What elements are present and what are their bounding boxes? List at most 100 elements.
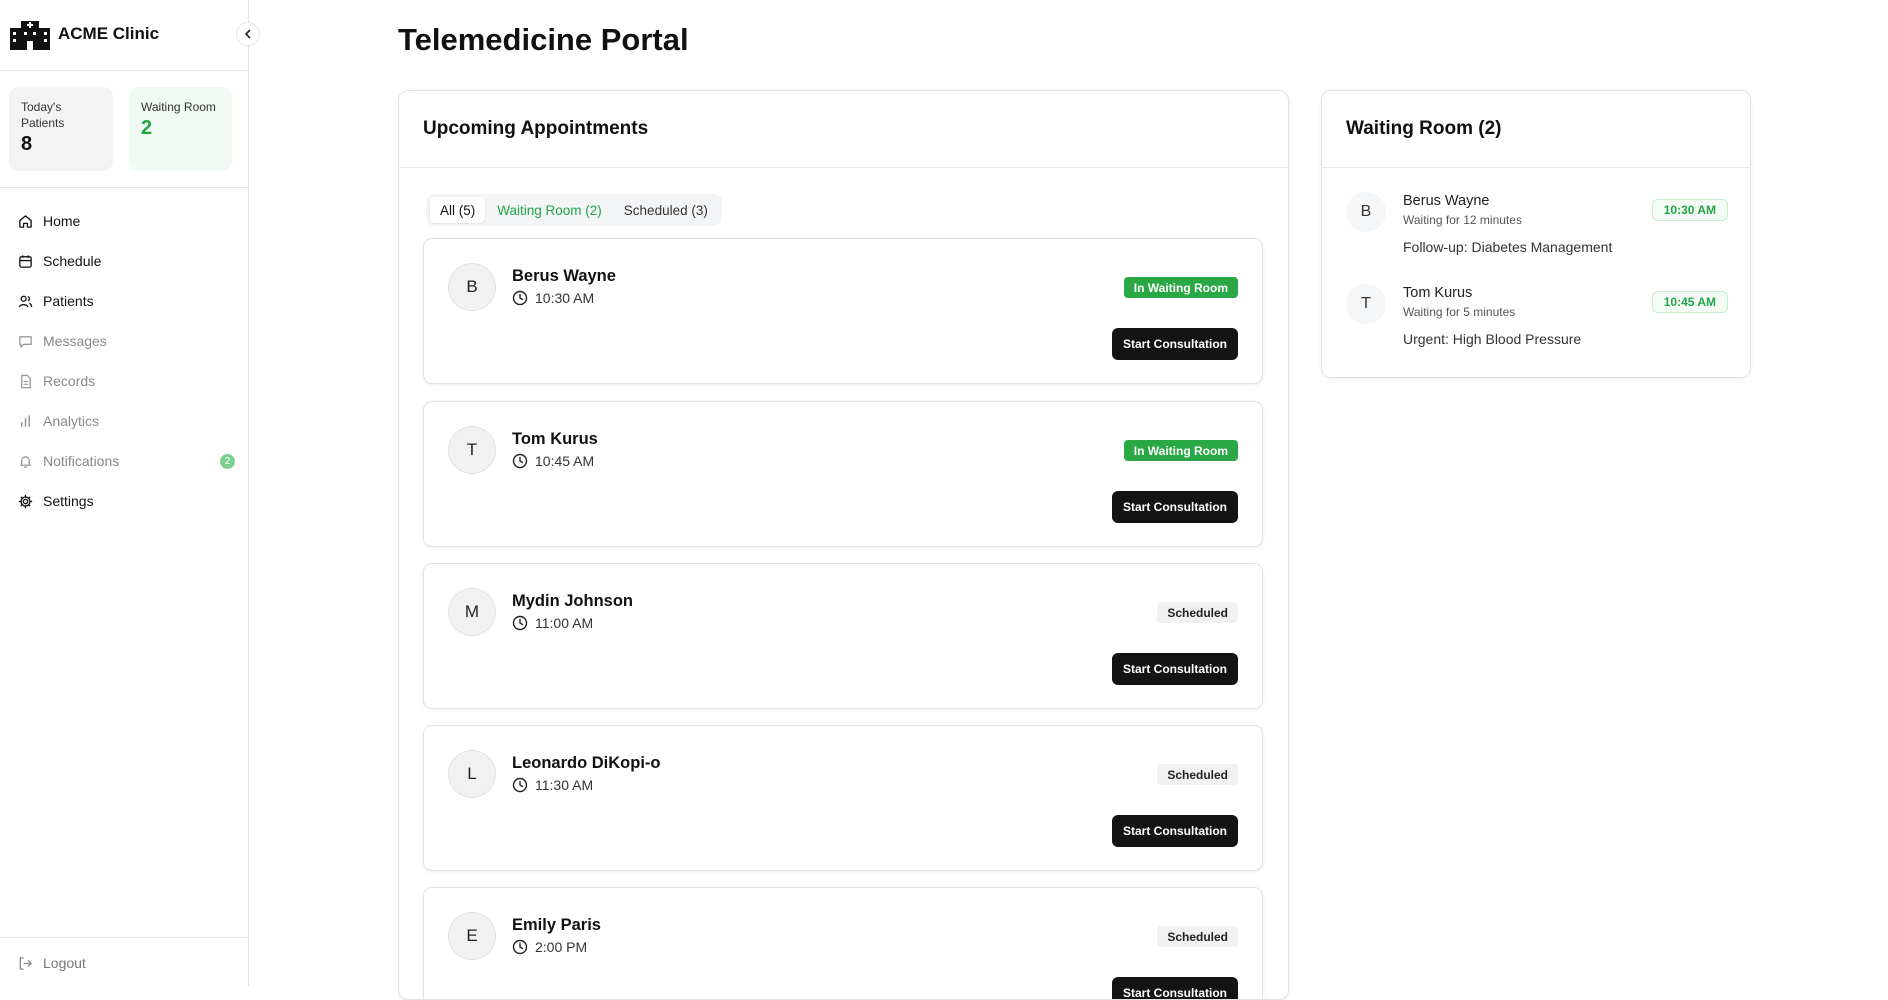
sidebar-item-notifications[interactable]: Notifications 2 — [0, 441, 249, 481]
logout-button[interactable]: Logout — [18, 955, 86, 971]
sidebar-item-messages[interactable]: Messages — [0, 321, 249, 361]
stat-label: Today's Patients — [21, 100, 65, 130]
stat-waiting-room: Waiting Room 2 — [129, 87, 232, 171]
visit-reason: Urgent: High Blood Pressure — [1403, 331, 1582, 347]
gear-icon — [18, 494, 33, 509]
clock-icon — [512, 939, 528, 955]
clock-icon — [512, 615, 528, 631]
sidebar-item-schedule[interactable]: Schedule — [0, 241, 249, 281]
start-consultation-button[interactable]: Start Consultation — [1112, 653, 1238, 685]
logout-label: Logout — [43, 955, 86, 971]
visit-reason: Follow-up: Diabetes Management — [1403, 239, 1613, 255]
appointment-time: 10:30 AM — [512, 290, 594, 306]
time-text: 10:45 AM — [535, 453, 595, 469]
tab-waiting-room[interactable]: Waiting Room (2) — [487, 197, 612, 223]
patient-name: Tom Kurus — [512, 430, 598, 448]
wait-duration: Waiting for 5 minutes — [1403, 305, 1516, 319]
avatar: T — [1346, 284, 1386, 324]
sidebar: ACME Clinic Today's Patients 8 Waiting R… — [0, 0, 260, 986]
waiting-room-item[interactable]: B Berus Wayne Waiting for 12 minutes Fol… — [1346, 189, 1728, 269]
calendar-icon — [18, 254, 33, 269]
brand-name: ACME Clinic — [58, 24, 160, 43]
sidebar-item-label: Records — [43, 373, 96, 389]
status-badge: Scheduled — [1157, 602, 1238, 623]
time-text: 11:00 AM — [535, 615, 594, 631]
chevron-left-icon — [245, 29, 251, 39]
logout-icon — [19, 956, 32, 970]
appointment-time: 2:00 PM — [512, 939, 587, 955]
card-title: Waiting Room (2) — [1322, 91, 1750, 168]
status-badge: Scheduled — [1157, 926, 1238, 947]
tab-all[interactable]: All (5) — [430, 197, 486, 223]
stat-label: Waiting Room — [141, 100, 216, 114]
avatar: E — [448, 912, 496, 960]
card-title: Upcoming Appointments — [399, 91, 1288, 168]
patient-name: Berus Wayne — [512, 267, 616, 285]
patient-name: Leonardo DiKopi-o — [512, 754, 661, 772]
sidebar-item-analytics[interactable]: Analytics — [0, 401, 249, 441]
sidebar-item-label: Settings — [43, 493, 94, 509]
avatar: L — [448, 750, 496, 798]
appointment-item: B Berus Wayne 10:30 AM In Waiting Room S… — [423, 238, 1263, 384]
stat-value: 8 — [21, 133, 33, 155]
avatar: M — [448, 588, 496, 636]
home-icon — [18, 214, 33, 229]
sidebar-item-label: Home — [43, 213, 81, 229]
clock-icon — [512, 453, 528, 469]
patient-name: Berus Wayne — [1403, 193, 1490, 209]
bell-icon — [18, 454, 33, 469]
document-icon — [18, 374, 33, 389]
avatar: B — [1346, 192, 1386, 232]
waiting-room-item[interactable]: T Tom Kurus Waiting for 5 minutes Urgent… — [1346, 281, 1728, 361]
time-text: 10:30 AM — [535, 290, 595, 306]
start-consultation-button[interactable]: Start Consultation — [1112, 491, 1238, 523]
appointment-time-badge: 10:45 AM — [1651, 291, 1728, 313]
appointment-time: 11:00 AM — [512, 615, 593, 631]
appointment-item: L Leonardo DiKopi-o 11:30 AM Scheduled S… — [423, 725, 1263, 871]
appointment-item: E Emily Paris 2:00 PM Scheduled Start Co… — [423, 887, 1263, 999]
stat-todays-patients: Today's Patients 8 — [9, 87, 113, 171]
avatar: B — [448, 263, 496, 311]
patient-name: Emily Paris — [512, 916, 601, 934]
waiting-room-card: Waiting Room (2) B Berus Wayne Waiting f… — [1321, 90, 1751, 378]
divider — [0, 187, 249, 188]
notification-count-badge: 2 — [220, 454, 235, 469]
message-icon — [18, 334, 33, 349]
sidebar-item-label: Schedule — [43, 253, 102, 269]
appointment-tabs: All (5) Waiting Room (2) Scheduled (3) — [426, 194, 722, 226]
hospital-icon — [10, 21, 50, 50]
sidebar-item-home[interactable]: Home — [0, 201, 249, 241]
brand[interactable]: ACME Clinic — [10, 18, 159, 50]
divider — [0, 70, 249, 71]
sidebar-item-records[interactable]: Records — [0, 361, 249, 401]
patient-name: Mydin Johnson — [512, 592, 633, 610]
avatar: T — [448, 426, 496, 474]
stat-value: 2 — [141, 117, 153, 139]
patient-name: Tom Kurus — [1403, 285, 1473, 301]
page-title: Telemedicine Portal — [398, 22, 689, 57]
start-consultation-button[interactable]: Start Consultation — [1112, 328, 1238, 360]
sidebar-item-patients[interactable]: Patients — [0, 281, 249, 321]
start-consultation-button[interactable]: Start Consultation — [1112, 815, 1238, 847]
status-badge: In Waiting Room — [1123, 277, 1238, 298]
wait-duration: Waiting for 12 minutes — [1403, 213, 1522, 227]
appointment-item: M Mydin Johnson 11:00 AM Scheduled Start… — [423, 563, 1263, 709]
clock-icon — [512, 777, 528, 793]
appointment-time: 10:45 AM — [512, 453, 594, 469]
sidebar-item-label: Analytics — [43, 413, 100, 429]
appointment-time-badge: 10:30 AM — [1651, 199, 1728, 221]
time-text: 2:00 PM — [535, 939, 588, 955]
upcoming-appointments-card: Upcoming Appointments All (5) Waiting Ro… — [398, 90, 1289, 1000]
sidebar-item-label: Messages — [43, 333, 107, 349]
collapse-sidebar-button[interactable] — [236, 22, 260, 46]
clock-icon — [512, 290, 528, 306]
tab-scheduled[interactable]: Scheduled (3) — [614, 197, 718, 223]
bar-chart-icon — [18, 414, 33, 429]
sidebar-item-label: Notifications — [43, 453, 120, 469]
users-icon — [18, 294, 33, 309]
sidebar-item-label: Patients — [43, 293, 94, 309]
divider — [0, 937, 249, 938]
sidebar-item-settings[interactable]: Settings — [0, 481, 249, 521]
start-consultation-button[interactable]: Start Consultation — [1112, 977, 1238, 999]
time-text: 11:30 AM — [535, 777, 594, 793]
